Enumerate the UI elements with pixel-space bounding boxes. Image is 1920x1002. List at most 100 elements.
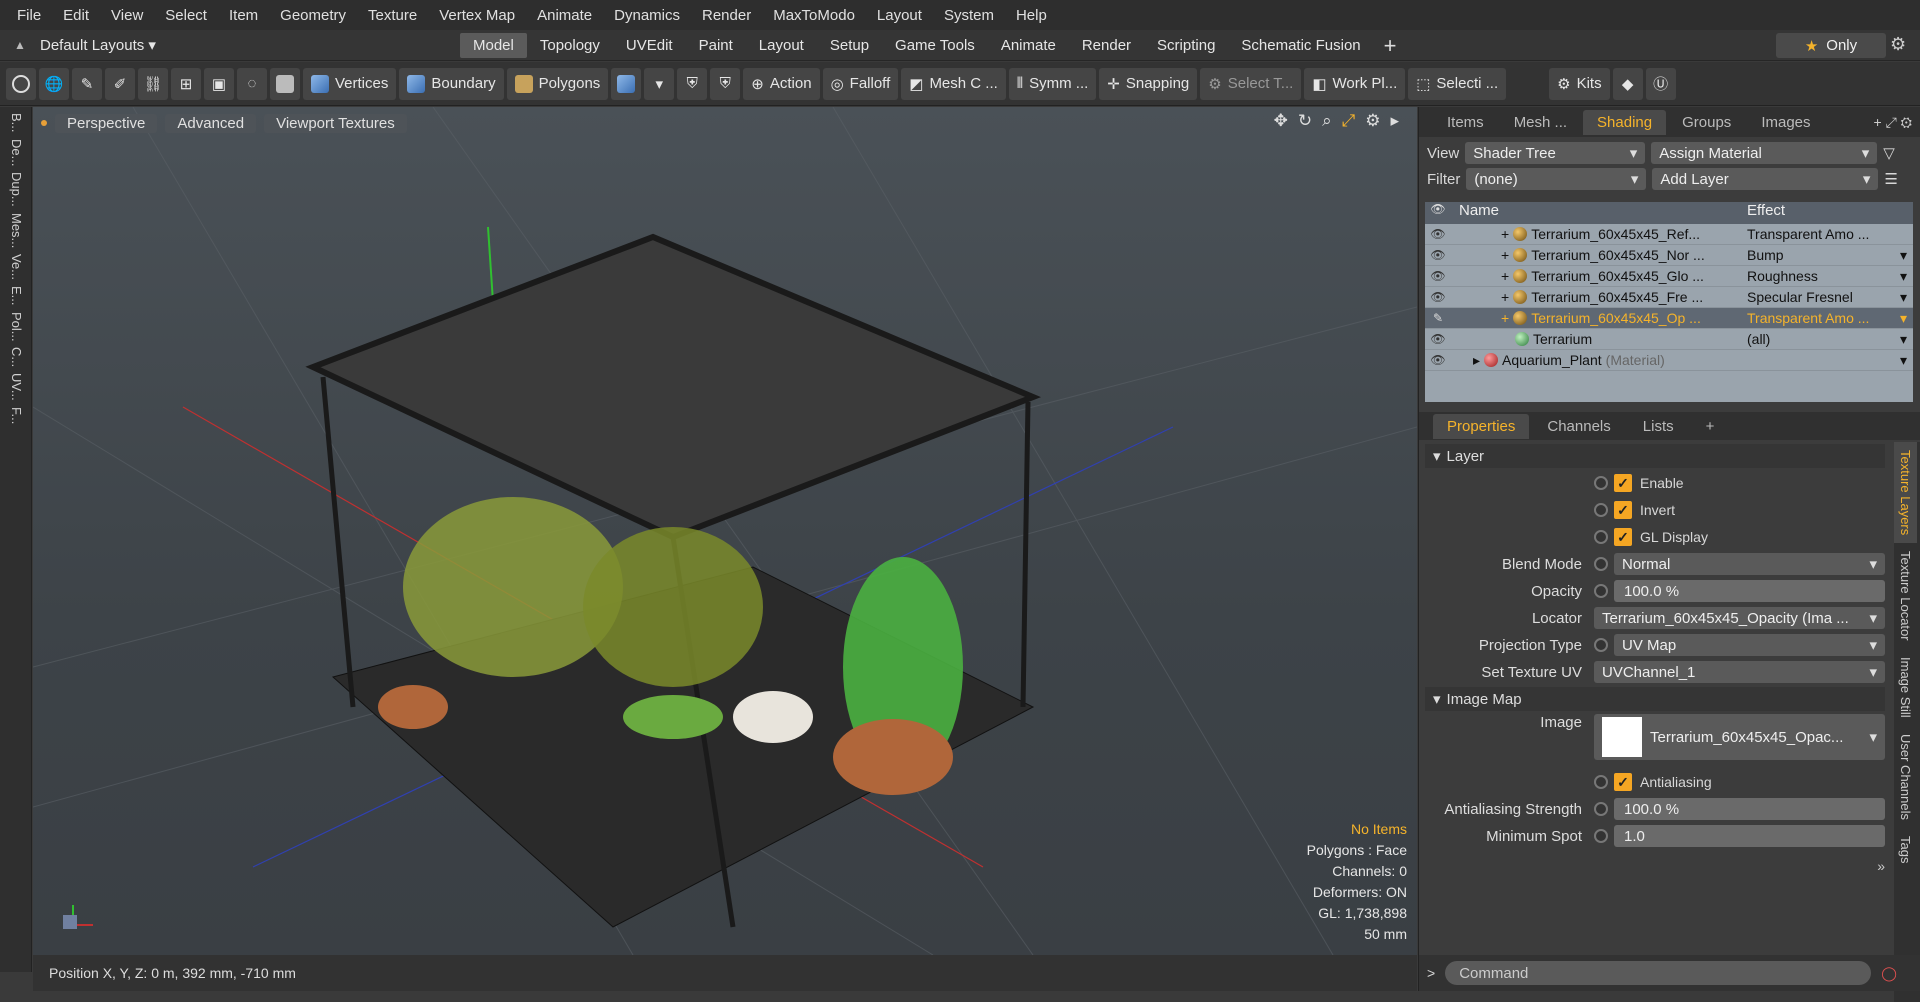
gl-display-checkbox[interactable]: ✓ [1614,528,1632,546]
tab-paint[interactable]: Paint [686,33,746,58]
projection-dropdown[interactable]: UV Map [1614,634,1885,656]
eye-icon[interactable]: 👁 [1425,290,1451,304]
menu-dynamics[interactable]: Dynamics [603,7,691,24]
tab-layout[interactable]: Layout [746,33,817,58]
link-button[interactable]: ⛓ [138,67,168,100]
tab-model[interactable]: Model [460,33,527,58]
effect-cell[interactable]: Transparent Amo ... ▾ [1743,310,1913,327]
menu-view[interactable]: View [100,7,154,24]
invert-radio[interactable] [1594,503,1608,517]
expand-arrow-icon[interactable]: ▸ [1473,352,1480,369]
add-props-tab-icon[interactable]: + [1692,414,1729,439]
menu-render[interactable]: Render [691,7,762,24]
menu-item[interactable]: Item [218,7,269,24]
left-tab-ve[interactable]: Ve... [9,254,24,280]
tab-image-still[interactable]: Image Still [1894,649,1917,726]
view-dropdown[interactable]: Shader Tree [1465,142,1646,164]
blend-radio[interactable] [1594,557,1608,571]
shader-row-terrarium[interactable]: 👁 Terrarium (all) ▾ [1425,329,1913,350]
boundary-button[interactable]: Boundary [399,67,504,100]
tab-render[interactable]: Render [1069,33,1144,58]
add-layer-button[interactable]: Add Layer [1652,168,1879,190]
menu-help[interactable]: Help [1005,7,1058,24]
invert-checkbox[interactable]: ✓ [1614,501,1632,519]
left-tab-de[interactable]: De... [9,139,24,166]
tab-uvedit[interactable]: UVEdit [613,33,686,58]
tab-game-tools[interactable]: Game Tools [882,33,988,58]
vertices-button[interactable]: Vertices [303,67,397,100]
eye-icon[interactable]: 👁 [1425,269,1451,283]
effect-cell[interactable]: Transparent Amo ... [1743,226,1913,242]
tab-animate[interactable]: Animate [988,33,1069,58]
tab-tags[interactable]: Tags [1894,828,1917,871]
mesh-constraint-button[interactable]: ◩ Mesh C ... [901,67,1006,100]
tab-texture-locator[interactable]: Texture Locator [1894,543,1917,649]
tab-shading[interactable]: Shading [1583,109,1667,135]
menu-maxtomodo[interactable]: MaxToModo [762,7,866,24]
globe-button[interactable]: 🌐 [39,67,69,100]
menu-animate[interactable]: Animate [526,7,603,24]
snapping-button[interactable]: ✛ Snapping [1099,67,1198,100]
items-button[interactable] [270,67,300,100]
frame-button[interactable]: ▣ [204,67,234,100]
image-map-section-header[interactable]: ▾ Image Map [1425,687,1885,711]
antialiasing-radio[interactable] [1594,775,1608,789]
tab-groups[interactable]: Groups [1668,110,1745,135]
pen-button[interactable]: ✎ [72,67,102,100]
shader-row-fre[interactable]: 👁 + Terrarium_60x45x45_Fre ... Specular … [1425,287,1913,308]
tab-items[interactable]: Items [1433,110,1498,135]
enable-radio[interactable] [1594,476,1608,490]
min-spot-slider[interactable]: 1.0 [1614,825,1885,847]
left-tab-pol[interactable]: Pol... [9,312,24,342]
fit-view-icon[interactable]: ⤢ [1342,111,1356,131]
menu-vertex-map[interactable]: Vertex Map [428,7,526,24]
left-tab-dup[interactable]: Dup... [9,172,24,207]
enable-checkbox[interactable]: ✓ [1614,474,1632,492]
tab-scripting[interactable]: Scripting [1144,33,1228,58]
antialiasing-checkbox[interactable]: ✓ [1614,773,1632,791]
tab-setup[interactable]: Setup [817,33,882,58]
tab-mesh[interactable]: Mesh ... [1500,110,1581,135]
min-spot-radio[interactable] [1594,829,1608,843]
left-tab-c[interactable]: C... [9,347,24,367]
effect-column-header[interactable]: Effect [1743,202,1913,224]
tab-topology[interactable]: Topology [527,33,613,58]
shader-row-aquarium-plant[interactable]: 👁 ▸ Aquarium_Plant (Material) ▾ [1425,350,1913,371]
advanced-button[interactable]: Advanced [165,113,257,133]
work-plane-button[interactable]: ◧ Work Pl... [1304,67,1406,100]
tab-schematic-fusion[interactable]: Schematic Fusion [1228,33,1373,58]
layout-selector[interactable]: Default Layouts ▾ [40,36,190,54]
effect-cell[interactable]: Specular Fresnel ▾ [1743,289,1913,306]
record-icon[interactable]: ◯ [1881,965,1897,982]
projection-radio[interactable] [1594,638,1608,652]
3d-viewport[interactable]: Perspective Advanced Viewport Textures ✥… [33,107,1417,955]
effect-cell[interactable]: Bump ▾ [1743,247,1913,264]
effect-cell[interactable]: Roughness ▾ [1743,268,1913,285]
menu-edit[interactable]: Edit [52,7,100,24]
material-button[interactable] [611,67,642,100]
tab-properties[interactable]: Properties [1433,413,1530,439]
gl-display-radio[interactable] [1594,530,1608,544]
shader-row-ref[interactable]: 👁 + Terrarium_60x45x45_Ref... Transparen… [1425,224,1913,245]
move-view-icon[interactable]: ✥ [1274,111,1288,131]
aa-strength-radio[interactable] [1594,802,1608,816]
viewport-textures-button[interactable]: Viewport Textures [264,113,407,133]
assign-material-button[interactable]: Assign Material [1651,142,1878,164]
shader-row-nor[interactable]: 👁 + Terrarium_60x45x45_Nor ... Bump ▾ [1425,245,1913,266]
only-button[interactable]: ★ Only [1776,33,1886,58]
action-button[interactable]: ⊕ Action [743,67,820,100]
select-through-button[interactable]: ⚙ Select T... [1200,67,1302,100]
viewport-more-icon[interactable]: ▸ [1390,111,1399,131]
expand-more-button[interactable]: » [1419,858,1885,874]
effect-cell[interactable]: ▾ [1743,352,1913,369]
eye-icon[interactable]: 👁 [1425,332,1451,346]
image-dropdown[interactable]: Terrarium_60x45x45_Opac... [1594,714,1885,760]
shader-row-glo[interactable]: 👁 + Terrarium_60x45x45_Glo ... Roughness… [1425,266,1913,287]
rotate-view-icon[interactable]: ↻ [1298,111,1312,131]
gear-icon[interactable]: ⚙ [1890,34,1906,55]
left-tab-b[interactable]: B... [9,113,24,133]
zoom-view-icon[interactable]: ⌕ [1322,111,1332,131]
brush-button[interactable]: ✐ [105,67,135,100]
effect-cell[interactable]: (all) ▾ [1743,331,1913,348]
name-column-header[interactable]: Name [1451,202,1743,224]
